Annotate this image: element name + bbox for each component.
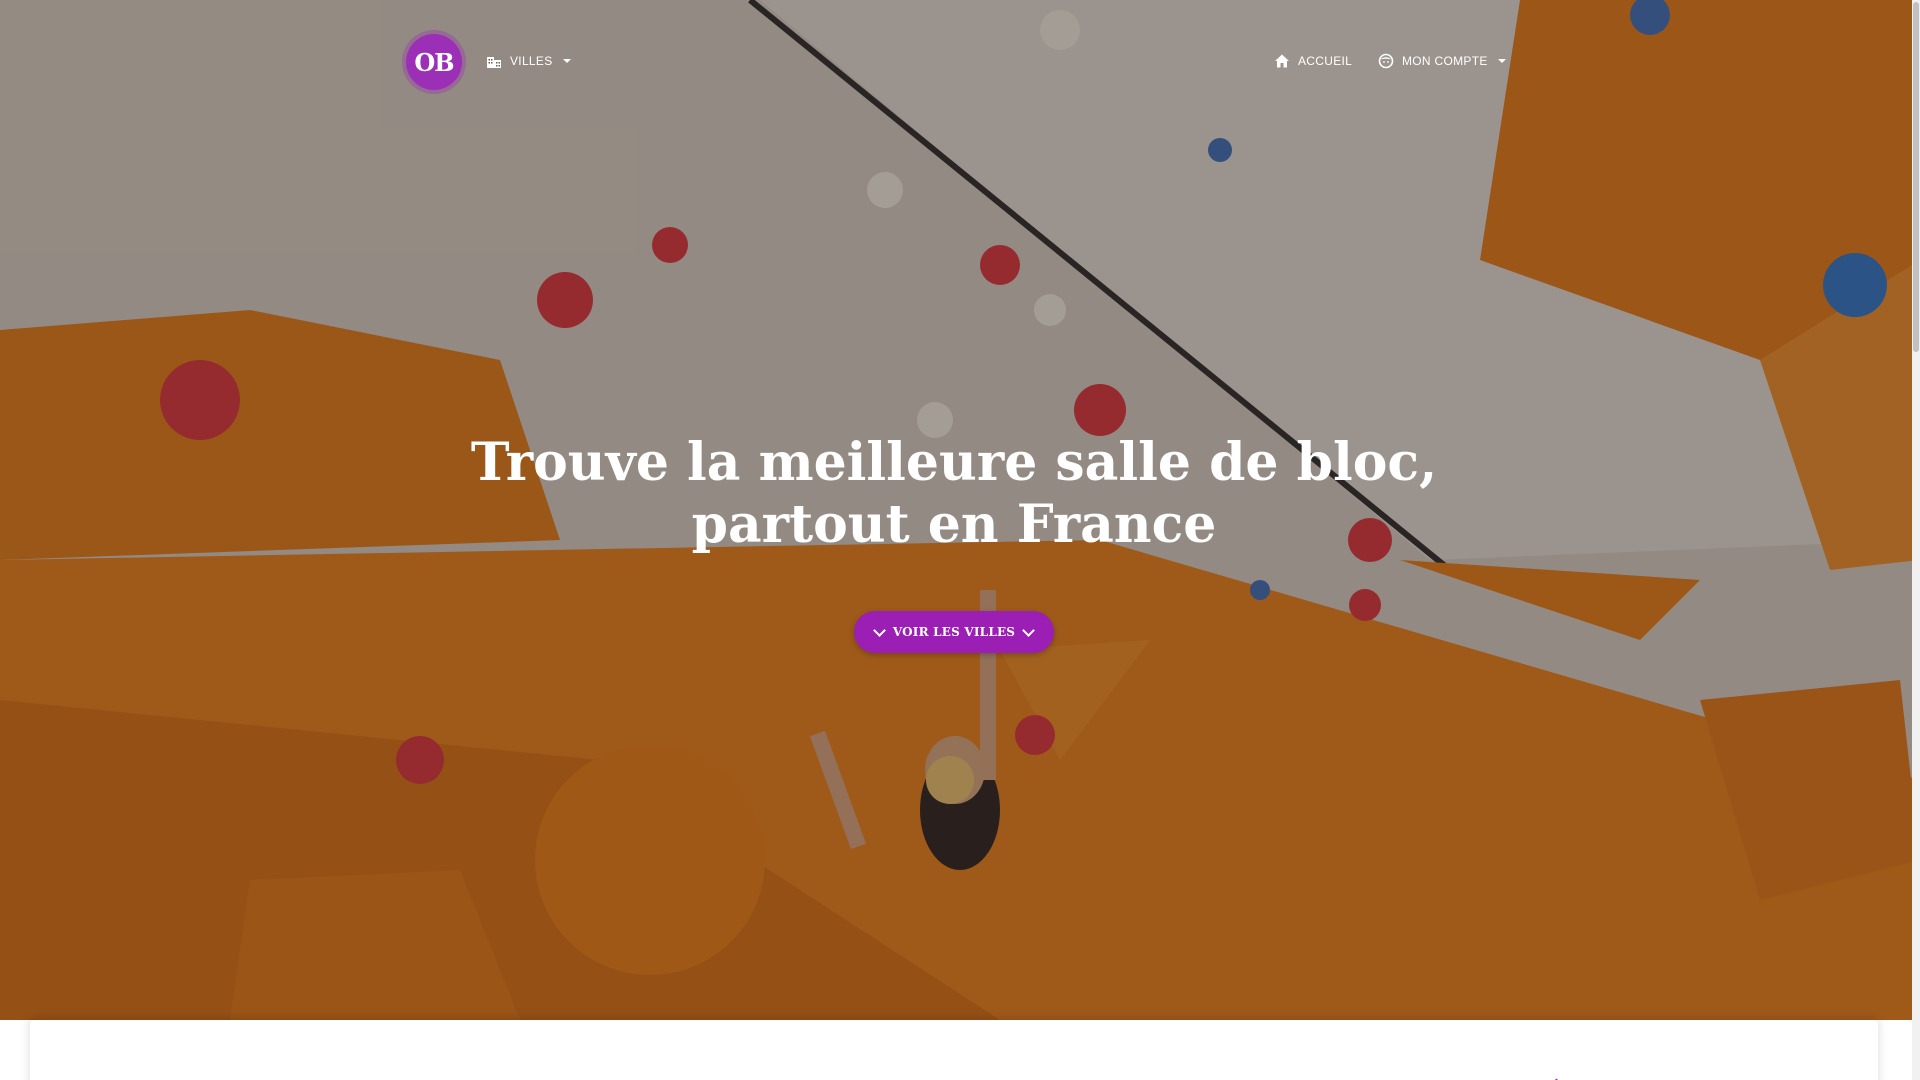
logo[interactable]: OB — [406, 34, 462, 90]
scrollbar[interactable] — [1912, 0, 1920, 1080]
nav-villes-dropdown[interactable]: VILLES — [486, 50, 571, 72]
caret-down-icon — [562, 59, 571, 63]
caret-down-icon — [1497, 59, 1506, 63]
content-card — [30, 1020, 1878, 1080]
city-buildings-icon — [486, 53, 502, 69]
nav-accueil-link[interactable]: ACCUEIL — [1274, 50, 1352, 72]
chevron-down-icon — [1022, 623, 1036, 637]
nav-mon-compte-dropdown[interactable]: MON COMPTE — [1378, 50, 1506, 72]
scrollbar-thumb[interactable] — [1913, 2, 1919, 352]
chevron-down-icon — [872, 623, 886, 637]
page: OB VILLES ACCUEIL MON COMPTE Trouve la m… — [0, 0, 1920, 1080]
navbar: OB VILLES ACCUEIL MON COMPTE — [0, 0, 1920, 122]
hero-title-line-2: partout en France — [691, 494, 1217, 555]
nav-accueil-label: ACCUEIL — [1298, 54, 1353, 68]
voir-les-villes-label: VOIR LES VILLES — [892, 625, 1016, 639]
hero-title: Trouve la meilleure salle de bloc, parto… — [0, 432, 1908, 556]
home-icon — [1274, 53, 1290, 69]
user-face-icon — [1378, 53, 1394, 69]
voir-les-villes-button[interactable]: VOIR LES VILLES — [854, 611, 1054, 653]
card-illustration — [1555, 1078, 1558, 1080]
nav-mon-compte-label: MON COMPTE — [1402, 54, 1488, 68]
hero-title-line-1: Trouve la meilleure salle de bloc, — [470, 432, 1438, 493]
nav-villes-label: VILLES — [510, 54, 553, 68]
